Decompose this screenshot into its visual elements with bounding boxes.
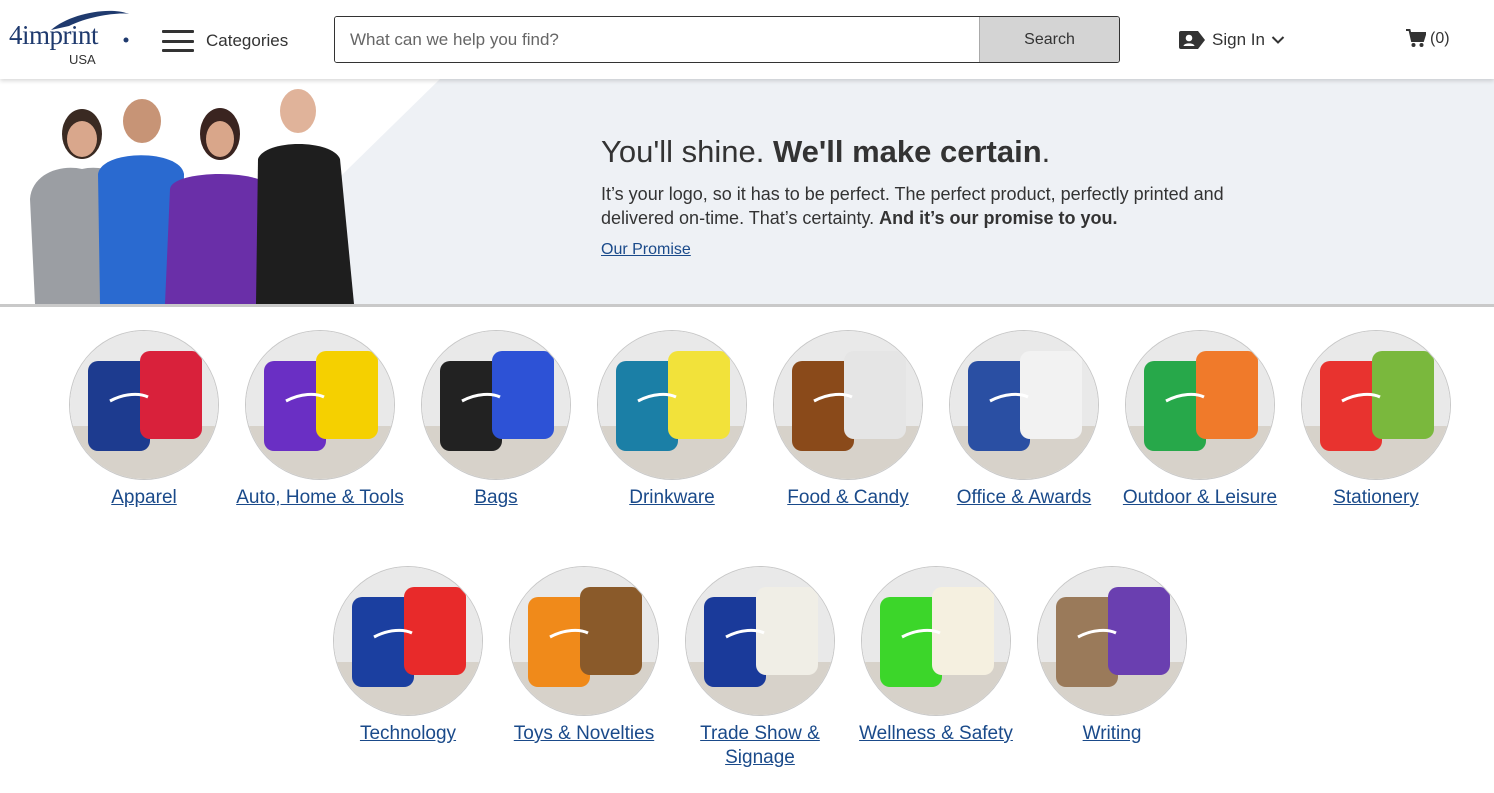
bags-image[interactable] — [421, 330, 571, 480]
cart-count: (0) — [1430, 29, 1450, 47]
account-card-icon — [1179, 31, 1205, 49]
banner-title-bold: We'll make certain — [772, 134, 1042, 169]
category-label[interactable]: Bags — [408, 486, 584, 510]
category-tile[interactable]: Technology — [320, 566, 496, 746]
category-tile[interactable]: Food & Candy — [760, 330, 936, 510]
category-tile[interactable]: Writing — [1024, 566, 1200, 746]
candy-image[interactable] — [773, 330, 923, 480]
category-label[interactable]: Toys & Novelties — [496, 722, 672, 746]
category-label[interactable]: Outdoor & Leisure — [1112, 486, 1288, 510]
cart-button[interactable]: (0) — [1406, 29, 1450, 48]
chevron-down-icon — [1271, 36, 1285, 44]
logo-region: USA — [69, 52, 96, 67]
category-tile[interactable]: Office & Awards — [936, 330, 1112, 510]
site-logo[interactable]: 4imprint USA — [9, 8, 134, 70]
banner-divider — [0, 304, 1494, 307]
category-label[interactable]: Technology — [320, 722, 496, 746]
category-tile[interactable]: Stationery — [1288, 330, 1464, 510]
writing-image[interactable] — [1037, 566, 1187, 716]
category-tile[interactable]: Trade Show & Signage — [672, 566, 848, 770]
categories-menu-button[interactable]: Categories — [162, 28, 292, 54]
sign-in-menu[interactable]: Sign In — [1178, 28, 1285, 52]
technology-image[interactable] — [333, 566, 483, 716]
hamburger-icon — [162, 30, 194, 52]
tools-image[interactable] — [245, 330, 395, 480]
logo-text: 4imprint — [9, 20, 99, 50]
banner-title-end: . — [1041, 134, 1051, 169]
category-label[interactable]: Food & Candy — [760, 486, 936, 510]
category-label[interactable]: Trade Show & Signage — [672, 722, 848, 770]
category-label[interactable]: Office & Awards — [936, 486, 1112, 510]
team-photo-image — [30, 89, 354, 304]
category-tile[interactable]: Toys & Novelties — [496, 566, 672, 746]
cart-icon — [1406, 29, 1426, 47]
category-label[interactable]: Auto, Home & Tools — [232, 486, 408, 510]
promo-banner: You'll shine. We'll make certain. It’s y… — [0, 79, 1494, 304]
category-tile[interactable]: Drinkware — [584, 330, 760, 510]
category-label[interactable]: Drinkware — [584, 486, 760, 510]
site-header: 4imprint USA Categories Search Sign In (… — [0, 0, 1494, 79]
tradeshow-image[interactable] — [685, 566, 835, 716]
category-tile[interactable]: Auto, Home & Tools — [232, 330, 408, 510]
wellness-image[interactable] — [861, 566, 1011, 716]
category-tile[interactable]: Bags — [408, 330, 584, 510]
banner-title-light: You'll shine. — [601, 134, 773, 169]
drinkware-image[interactable] — [597, 330, 747, 480]
category-label[interactable]: Wellness & Safety — [848, 722, 1024, 746]
category-tile[interactable]: Wellness & Safety — [848, 566, 1024, 746]
apparel-image[interactable] — [69, 330, 219, 480]
category-label[interactable]: Writing — [1024, 722, 1200, 746]
category-label[interactable]: Apparel — [56, 486, 232, 510]
search-input[interactable] — [335, 17, 979, 62]
our-promise-link[interactable]: Our Promise — [601, 241, 691, 259]
outdoor-image[interactable] — [1125, 330, 1275, 480]
banner-title: You'll shine. We'll make certain. — [601, 134, 1050, 170]
category-label[interactable]: Stationery — [1288, 486, 1464, 510]
categories-menu-label: Categories — [206, 31, 289, 50]
category-tile[interactable]: Outdoor & Leisure — [1112, 330, 1288, 510]
sign-in-label: Sign In — [1212, 30, 1265, 49]
category-tile[interactable]: Apparel — [56, 330, 232, 510]
toys-image[interactable] — [509, 566, 659, 716]
banner-body-emphasis: And it’s our promise to you. — [879, 208, 1118, 228]
stationery-image[interactable] — [1301, 330, 1451, 480]
banner-body: It’s your logo, so it has to be perfect.… — [601, 182, 1281, 230]
search-button[interactable]: Search — [979, 17, 1119, 62]
search-bar: Search — [334, 16, 1120, 63]
awards-image[interactable] — [949, 330, 1099, 480]
